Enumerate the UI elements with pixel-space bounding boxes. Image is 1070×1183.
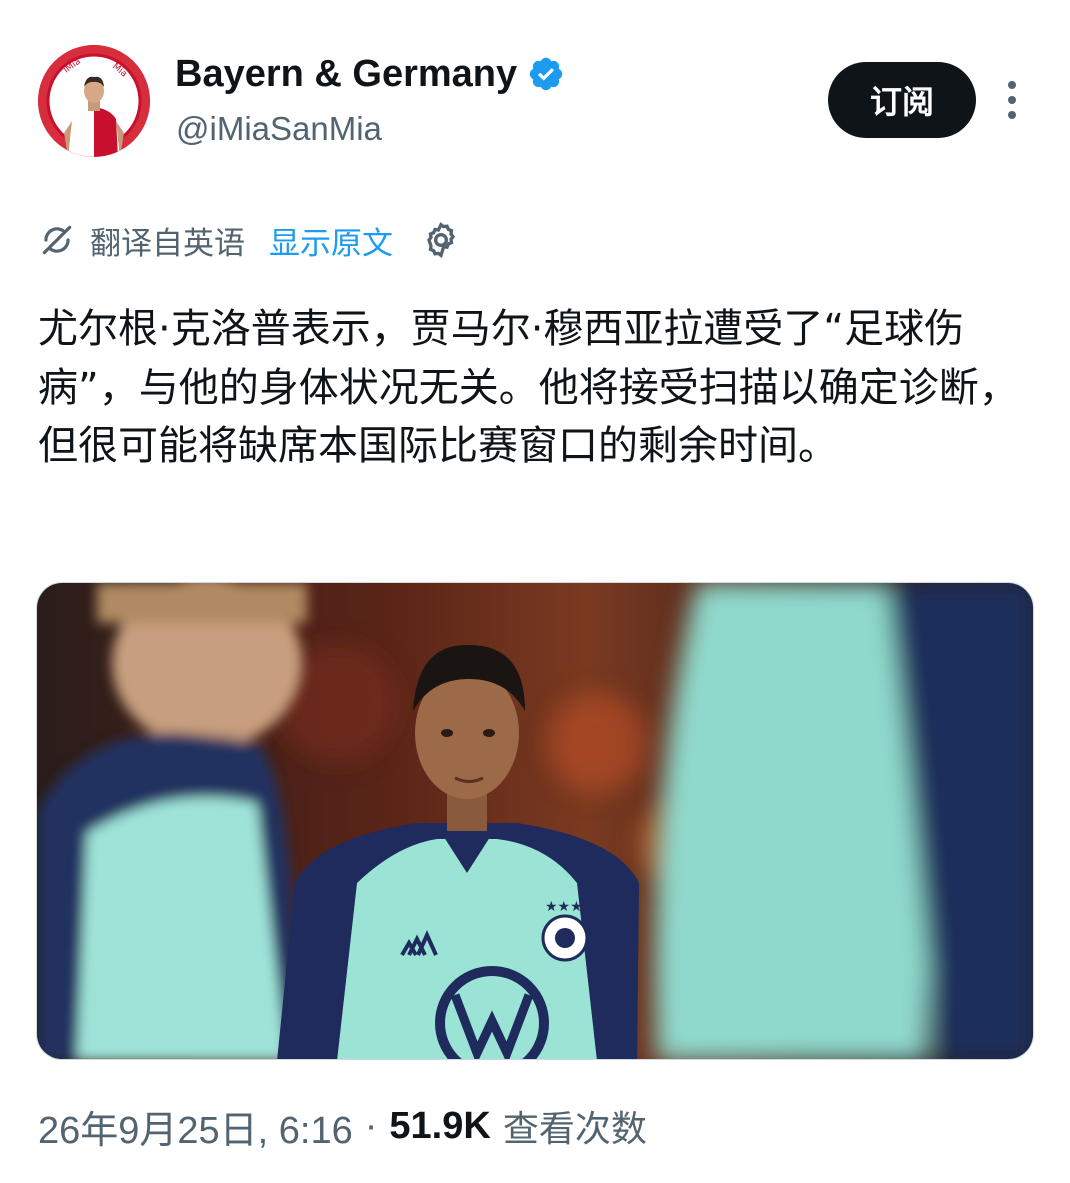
show-original-link[interactable]: 显示原文 bbox=[269, 218, 393, 263]
more-options-icon[interactable] bbox=[990, 75, 1034, 125]
gear-icon[interactable] bbox=[421, 220, 461, 260]
tweet-timestamp[interactable]: 26年9月25日, 6:16 bbox=[38, 1099, 353, 1154]
subscribe-button[interactable]: 订阅 bbox=[828, 62, 976, 138]
avatar-image: iMia Mia bbox=[38, 45, 150, 157]
views-label: 查看次数 bbox=[502, 1109, 647, 1150]
photo-image: ★★★★ bbox=[37, 583, 1033, 1059]
meta-separator: · bbox=[364, 1104, 378, 1147]
tweet-meta: 26年9月25日, 6:16 · 51.9K 查看次数 bbox=[38, 1098, 647, 1154]
tweet-text: 尤尔根·克洛普表示，贾马尔·穆西亚拉遭受了“足球伤病”，与他的身体状况无关。他将… bbox=[38, 306, 1019, 469]
profile-avatar[interactable]: iMia Mia bbox=[38, 45, 150, 157]
translate-icon bbox=[42, 225, 72, 255]
translated-from-label: 翻译自英语 bbox=[90, 225, 245, 262]
author-handle[interactable]: @iMiaSanMia bbox=[176, 110, 382, 148]
author-display-name[interactable]: Bayern & Germany bbox=[175, 53, 517, 96]
translation-bar: 翻译自英语 显示原文 bbox=[38, 214, 461, 266]
svg-text:★★★★: ★★★★ bbox=[545, 899, 595, 915]
tweet-photo[interactable]: ★★★★ bbox=[36, 582, 1034, 1060]
verified-badge-icon bbox=[529, 57, 563, 91]
author-name-row[interactable]: Bayern & Germany bbox=[175, 50, 565, 98]
views-count: 51.9K bbox=[389, 1104, 491, 1147]
